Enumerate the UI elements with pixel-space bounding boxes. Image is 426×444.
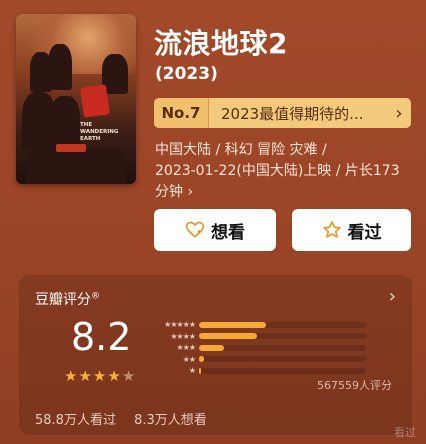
distribution-track [199, 321, 366, 328]
distribution-track [199, 367, 366, 374]
star-icon: ★ [64, 367, 79, 385]
distribution-bar [199, 367, 201, 374]
distribution-row: ★★★★★ [149, 319, 366, 331]
rating-count: 567559人评分 [317, 379, 392, 392]
distribution-bar [199, 356, 204, 363]
distribution-stars: ★★★ [176, 343, 196, 353]
chevron-right-icon: › [395, 102, 403, 124]
chevron-right-icon[interactable]: › [389, 286, 396, 307]
info-release: 2023-01-22(中国大陆)上映 / 片长173 [155, 163, 400, 179]
rating-title: 豆瓣评分® [35, 289, 100, 309]
distribution-stars: ★★★★★ [164, 320, 196, 330]
distribution-track [199, 344, 366, 351]
watched-button[interactable]: 看过 [292, 209, 411, 251]
distribution-bar [199, 344, 225, 351]
distribution-row: ★ [149, 365, 366, 377]
star-icon: ★ [92, 367, 108, 385]
poster-figure [50, 96, 80, 148]
poster-figure [48, 44, 72, 90]
rating-score: 8.2 [71, 315, 132, 359]
rating-distribution: ★★★★★ ★★★★ ★★★ ★★ ★ [149, 319, 366, 377]
star-icon: ★ [107, 367, 122, 385]
heart-icon [185, 221, 205, 238]
distribution-stars: ★★★★ [170, 331, 196, 341]
registered-mark: ® [91, 291, 100, 302]
want-count: 8.3万人想看 [134, 413, 207, 428]
ranking-number: No.7 [154, 98, 209, 128]
rating-footer: 58.8万人看过 8.3万人想看 [35, 409, 221, 428]
rating-stars: ★★★★★ [64, 367, 136, 385]
poster-title-text: THE WANDERING EARTH [80, 122, 119, 142]
want-to-watch-label: 想看 [211, 222, 245, 243]
distribution-stars: ★★ [182, 354, 196, 364]
distribution-stars: ★ [188, 366, 196, 376]
distribution-row: ★★ [149, 354, 366, 366]
star-icon [322, 221, 341, 238]
poster-figure [26, 149, 126, 184]
star-icon: ★ [78, 367, 93, 385]
ranking-banner[interactable]: No.7 2023最值得期待的... › [154, 98, 411, 128]
distribution-bar [199, 333, 258, 340]
want-to-watch-button[interactable]: 想看 [154, 209, 276, 251]
rating-card[interactable]: 豆瓣评分® › 8.2 ★★★★★ ★★★★★ ★★★★ ★★★ ★★ ★ 567559… [19, 275, 412, 435]
poster-title-mark [80, 84, 110, 118]
star-icon: ★ [121, 367, 137, 385]
info-duration-link[interactable]: 分钟 › [155, 182, 410, 203]
seen-count: 58.8万人看过 [35, 413, 116, 428]
info-genres: 中国大陆 / 科幻 冒险 灾难 / [155, 142, 327, 158]
distribution-row: ★★★ [149, 342, 366, 354]
rating-title-text: 豆瓣评分 [35, 292, 91, 308]
movie-year: (2023) [155, 64, 218, 84]
ranking-text: 2023最值得期待的... [221, 104, 364, 123]
distribution-bar [199, 321, 266, 328]
movie-poster[interactable]: THE WANDERING EARTH [16, 14, 136, 184]
distribution-track [199, 356, 366, 363]
distribution-track [199, 333, 366, 340]
watermark: 看过 [394, 426, 416, 439]
movie-info: 中国大陆 / 科幻 冒险 灾难 / 2023-01-22(中国大陆)上映 / 片… [155, 140, 410, 203]
watched-label: 看过 [347, 222, 382, 243]
movie-title: 流浪地球2 [154, 27, 288, 60]
distribution-row: ★★★★ [149, 331, 366, 343]
poster-date-mark [56, 144, 86, 152]
